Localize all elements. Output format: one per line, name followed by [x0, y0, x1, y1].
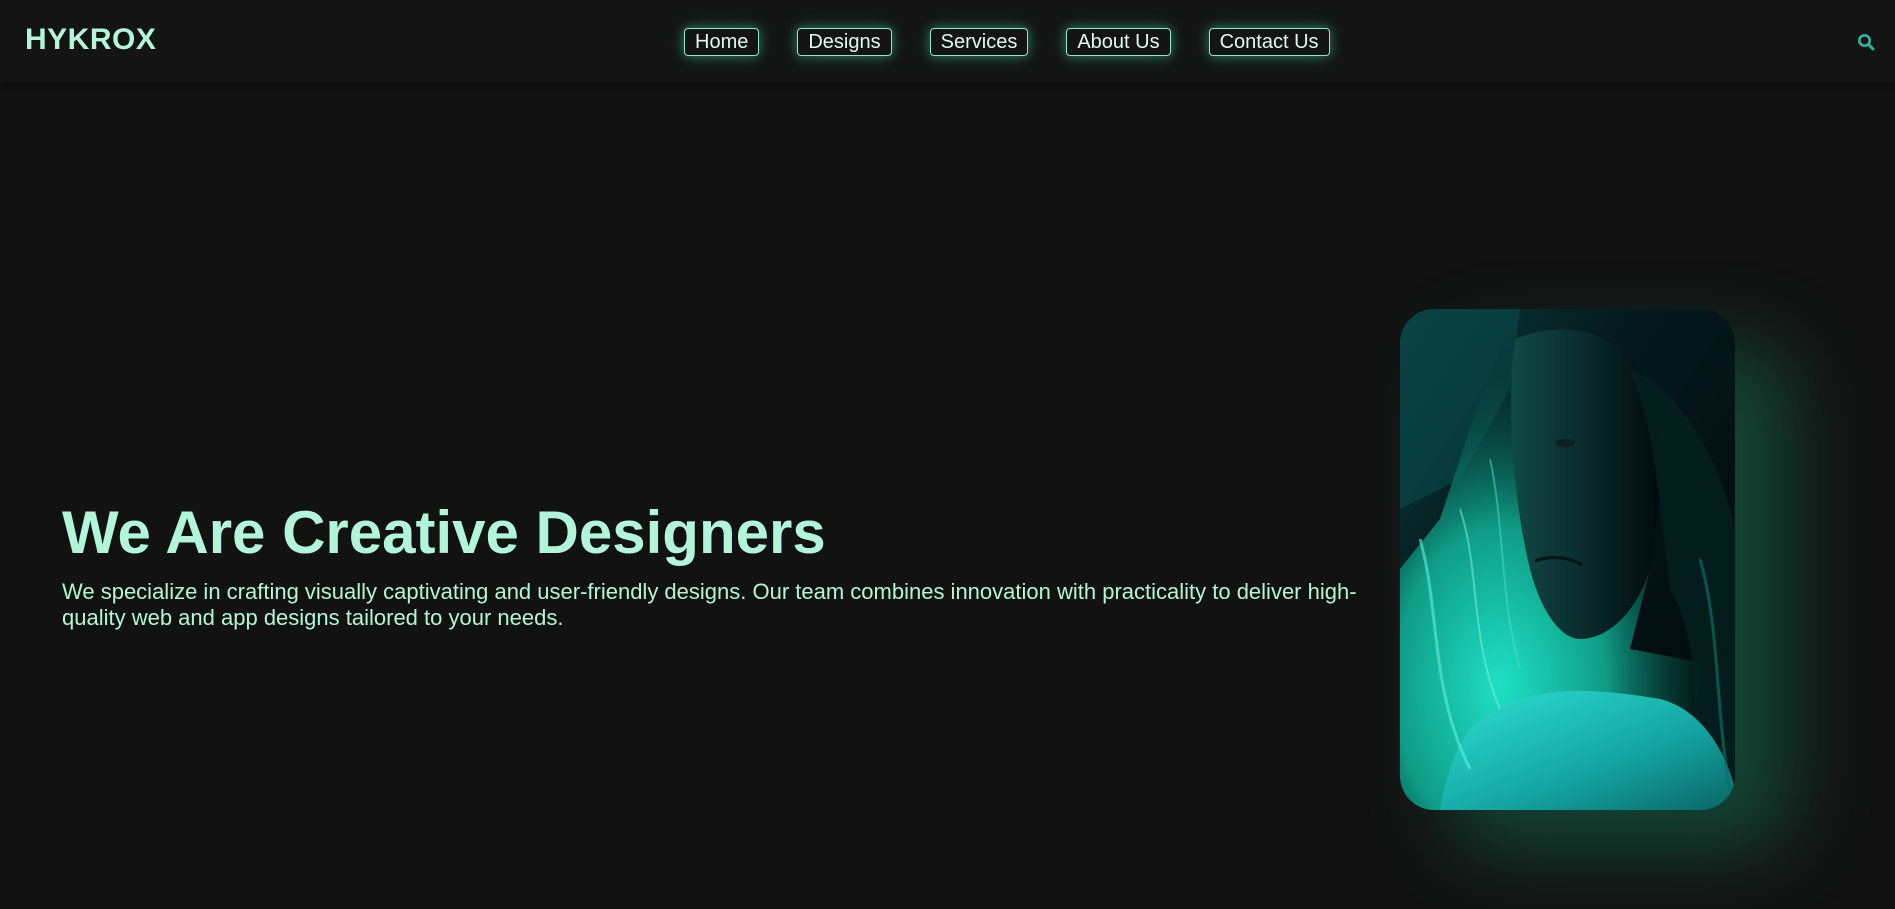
search-icon[interactable] [1857, 33, 1875, 51]
logo[interactable]: HYKROX [25, 23, 156, 57]
nav-links: Home Designs Services About Us Contact U… [684, 28, 1330, 56]
nav-link-contact-us[interactable]: Contact Us [1208, 28, 1330, 56]
nav-link-services[interactable]: Services [929, 28, 1029, 56]
navbar: HYKROX Home Designs Services About Us Co… [0, 0, 1895, 83]
hero-description: We specialize in crafting visually capti… [62, 579, 1357, 630]
nav-link-about-us[interactable]: About Us [1066, 28, 1171, 56]
portrait-photo [1400, 309, 1735, 810]
nav-link-designs[interactable]: Designs [797, 28, 892, 56]
nav-link-home[interactable]: Home [684, 28, 760, 56]
hero-title: We Are Creative Designers [62, 499, 826, 566]
